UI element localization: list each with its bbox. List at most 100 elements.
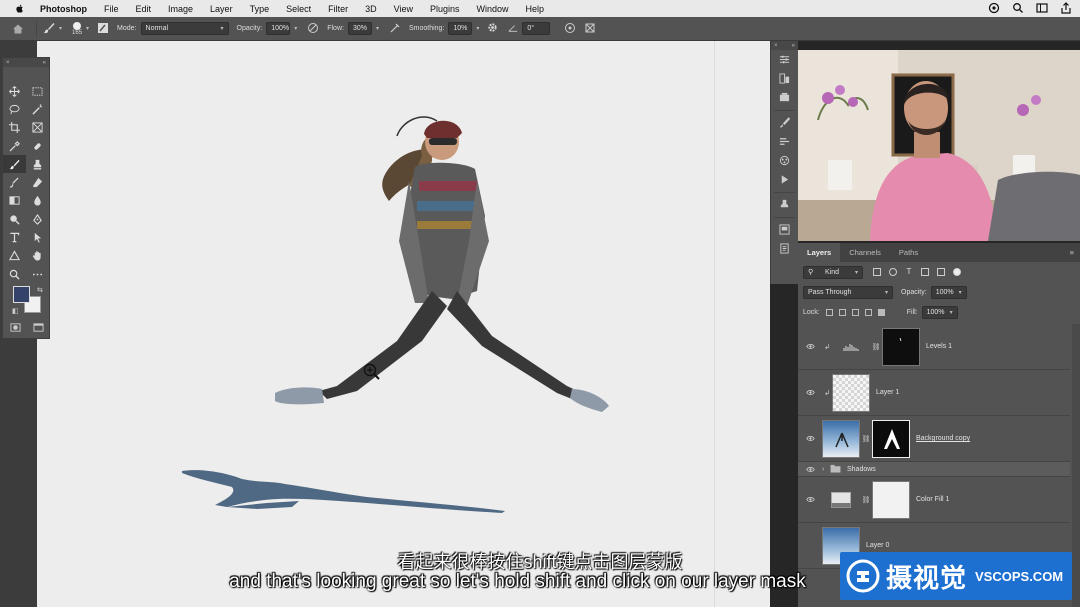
tools-panel-header[interactable]: × « xyxy=(3,58,49,67)
actions-play-icon[interactable] xyxy=(771,170,798,189)
window-layout-icon[interactable] xyxy=(1036,2,1048,14)
menu-filter[interactable]: Filter xyxy=(328,4,348,14)
filter-type-icon[interactable]: T xyxy=(905,268,913,276)
eye-icon[interactable] xyxy=(798,342,822,351)
layer-row-background-copy[interactable]: ⛓ Background copy xyxy=(798,416,1070,462)
adjustments-icon[interactable] xyxy=(771,50,798,69)
move-tool-icon[interactable] xyxy=(3,82,26,100)
layer-opacity-field[interactable]: 100% ▾ xyxy=(930,285,967,299)
eye-icon[interactable] xyxy=(798,434,822,443)
share-icon[interactable] xyxy=(1060,2,1072,14)
frame-tool-icon[interactable] xyxy=(26,119,49,137)
filter-adjustment-icon[interactable] xyxy=(889,268,897,276)
magic-wand-tool-icon[interactable] xyxy=(26,100,49,118)
menu-edit[interactable]: Edit xyxy=(136,4,152,14)
lock-position-icon[interactable] xyxy=(851,308,859,316)
layer-thumbnail[interactable] xyxy=(832,373,870,412)
pressure-opacity-icon[interactable] xyxy=(307,22,319,36)
lock-transparent-icon[interactable] xyxy=(825,308,833,316)
zoom-tool-icon[interactable] xyxy=(3,265,26,283)
strip-header[interactable]: ×» xyxy=(771,41,798,50)
shape-tool-icon[interactable] xyxy=(3,247,26,265)
eyedropper-tool-icon[interactable] xyxy=(3,137,26,155)
layer-thumbnail[interactable] xyxy=(822,419,860,458)
smoothing-field[interactable]: 10% xyxy=(448,22,473,35)
tab-layers[interactable]: Layers xyxy=(798,243,841,262)
airbrush-icon[interactable] xyxy=(389,22,401,36)
chevron-down-icon[interactable]: ▾ xyxy=(86,25,89,32)
angle-field[interactable]: 0° xyxy=(522,22,551,35)
swap-colors-icon[interactable]: ⇆ xyxy=(37,286,43,294)
layer-comps-icon[interactable] xyxy=(771,220,798,239)
brush-settings-icon[interactable] xyxy=(97,22,109,36)
filter-pixel-icon[interactable] xyxy=(873,268,881,276)
apple-icon[interactable] xyxy=(14,3,26,15)
color-fill-swatch-icon[interactable] xyxy=(822,491,860,508)
blur-tool-icon[interactable] xyxy=(26,192,49,210)
layer-row-color-fill[interactable]: ⛓ Color Fill 1 xyxy=(798,477,1070,523)
opacity-field[interactable]: 100% xyxy=(266,22,291,35)
notes-icon[interactable] xyxy=(771,239,798,258)
hand-tool-icon[interactable] xyxy=(26,247,49,265)
menu-type[interactable]: Type xyxy=(250,4,270,14)
menu-3d[interactable]: 3D xyxy=(365,4,377,14)
libraries-icon[interactable] xyxy=(771,69,798,88)
symmetry-icon[interactable] xyxy=(584,22,596,36)
path-selection-tool-icon[interactable] xyxy=(26,228,49,246)
healing-brush-tool-icon[interactable] xyxy=(26,137,49,155)
pressure-size-icon[interactable] xyxy=(564,22,576,36)
menu-select[interactable]: Select xyxy=(286,4,311,14)
eye-icon[interactable] xyxy=(798,465,822,474)
tab-paths[interactable]: Paths xyxy=(890,243,927,262)
menu-help[interactable]: Help xyxy=(526,4,545,14)
mode-dropdown[interactable]: Normal ▾ xyxy=(140,22,229,35)
panel-menu-icon[interactable]: ≡ xyxy=(1070,248,1074,257)
crop-tool-icon[interactable] xyxy=(3,119,26,137)
mask-link-icon[interactable]: ⛓ xyxy=(870,343,882,351)
collapse-icon[interactable]: » xyxy=(792,43,795,49)
camera-icon[interactable] xyxy=(988,2,1000,14)
foreground-color-swatch[interactable] xyxy=(13,286,30,303)
document-canvas[interactable] xyxy=(37,41,770,607)
clone-stamp-tool-icon[interactable] xyxy=(26,155,49,173)
flow-field[interactable]: 30% xyxy=(347,22,372,35)
brush-tool-icon[interactable] xyxy=(3,155,26,174)
mask-link-icon[interactable]: ⛓ xyxy=(860,496,872,504)
brush-settings-icon[interactable] xyxy=(771,113,798,132)
eraser-tool-icon[interactable] xyxy=(26,173,49,191)
brush-preset-picker[interactable]: 165 xyxy=(72,21,82,36)
filter-smart-object-icon[interactable] xyxy=(937,268,945,276)
fill-field[interactable]: 100% ▾ xyxy=(921,305,958,319)
history-brush-tool-icon[interactable] xyxy=(3,173,26,191)
filter-shape-icon[interactable] xyxy=(921,268,929,276)
chevron-down-icon[interactable]: ▾ xyxy=(294,25,297,32)
screen-mode-icon[interactable] xyxy=(33,322,44,335)
layer-mask-thumbnail[interactable] xyxy=(872,419,910,458)
lasso-tool-icon[interactable] xyxy=(3,100,26,118)
home-icon[interactable] xyxy=(6,17,30,41)
layer-mask-thumbnail[interactable] xyxy=(872,480,910,519)
pen-tool-icon[interactable] xyxy=(26,210,49,228)
lock-pixels-icon[interactable] xyxy=(838,308,846,316)
menu-plugins[interactable]: Plugins xyxy=(430,4,460,14)
search-icon[interactable] xyxy=(1012,2,1024,14)
levels-mask-thumbnail[interactable] xyxy=(882,327,920,366)
lock-artboard-icon[interactable] xyxy=(864,308,872,316)
lock-all-icon[interactable] xyxy=(877,308,885,316)
menu-view[interactable]: View xyxy=(394,4,413,14)
chevron-down-icon[interactable]: ▾ xyxy=(59,25,62,32)
default-colors-icon[interactable]: ◧ xyxy=(12,307,19,315)
collapse-icon[interactable]: « xyxy=(43,60,46,66)
layer-row-levels[interactable]: ↲ ⛓ Levels 1 xyxy=(798,324,1070,370)
filter-kind-dropdown[interactable]: ⚲ Kind ▾ xyxy=(803,265,863,279)
menu-app-name[interactable]: Photoshop xyxy=(40,4,87,14)
swatches-icon[interactable] xyxy=(771,88,798,107)
menu-file[interactable]: File xyxy=(104,4,119,14)
more-tools-icon[interactable] xyxy=(26,265,49,283)
blend-mode-dropdown[interactable]: Pass Through ▾ xyxy=(803,285,893,299)
eye-icon[interactable] xyxy=(798,388,822,397)
tab-channels[interactable]: Channels xyxy=(840,243,890,262)
clone-source-icon[interactable] xyxy=(771,151,798,170)
mask-link-icon[interactable]: ⛓ xyxy=(860,435,872,443)
close-icon[interactable]: × xyxy=(6,60,10,66)
